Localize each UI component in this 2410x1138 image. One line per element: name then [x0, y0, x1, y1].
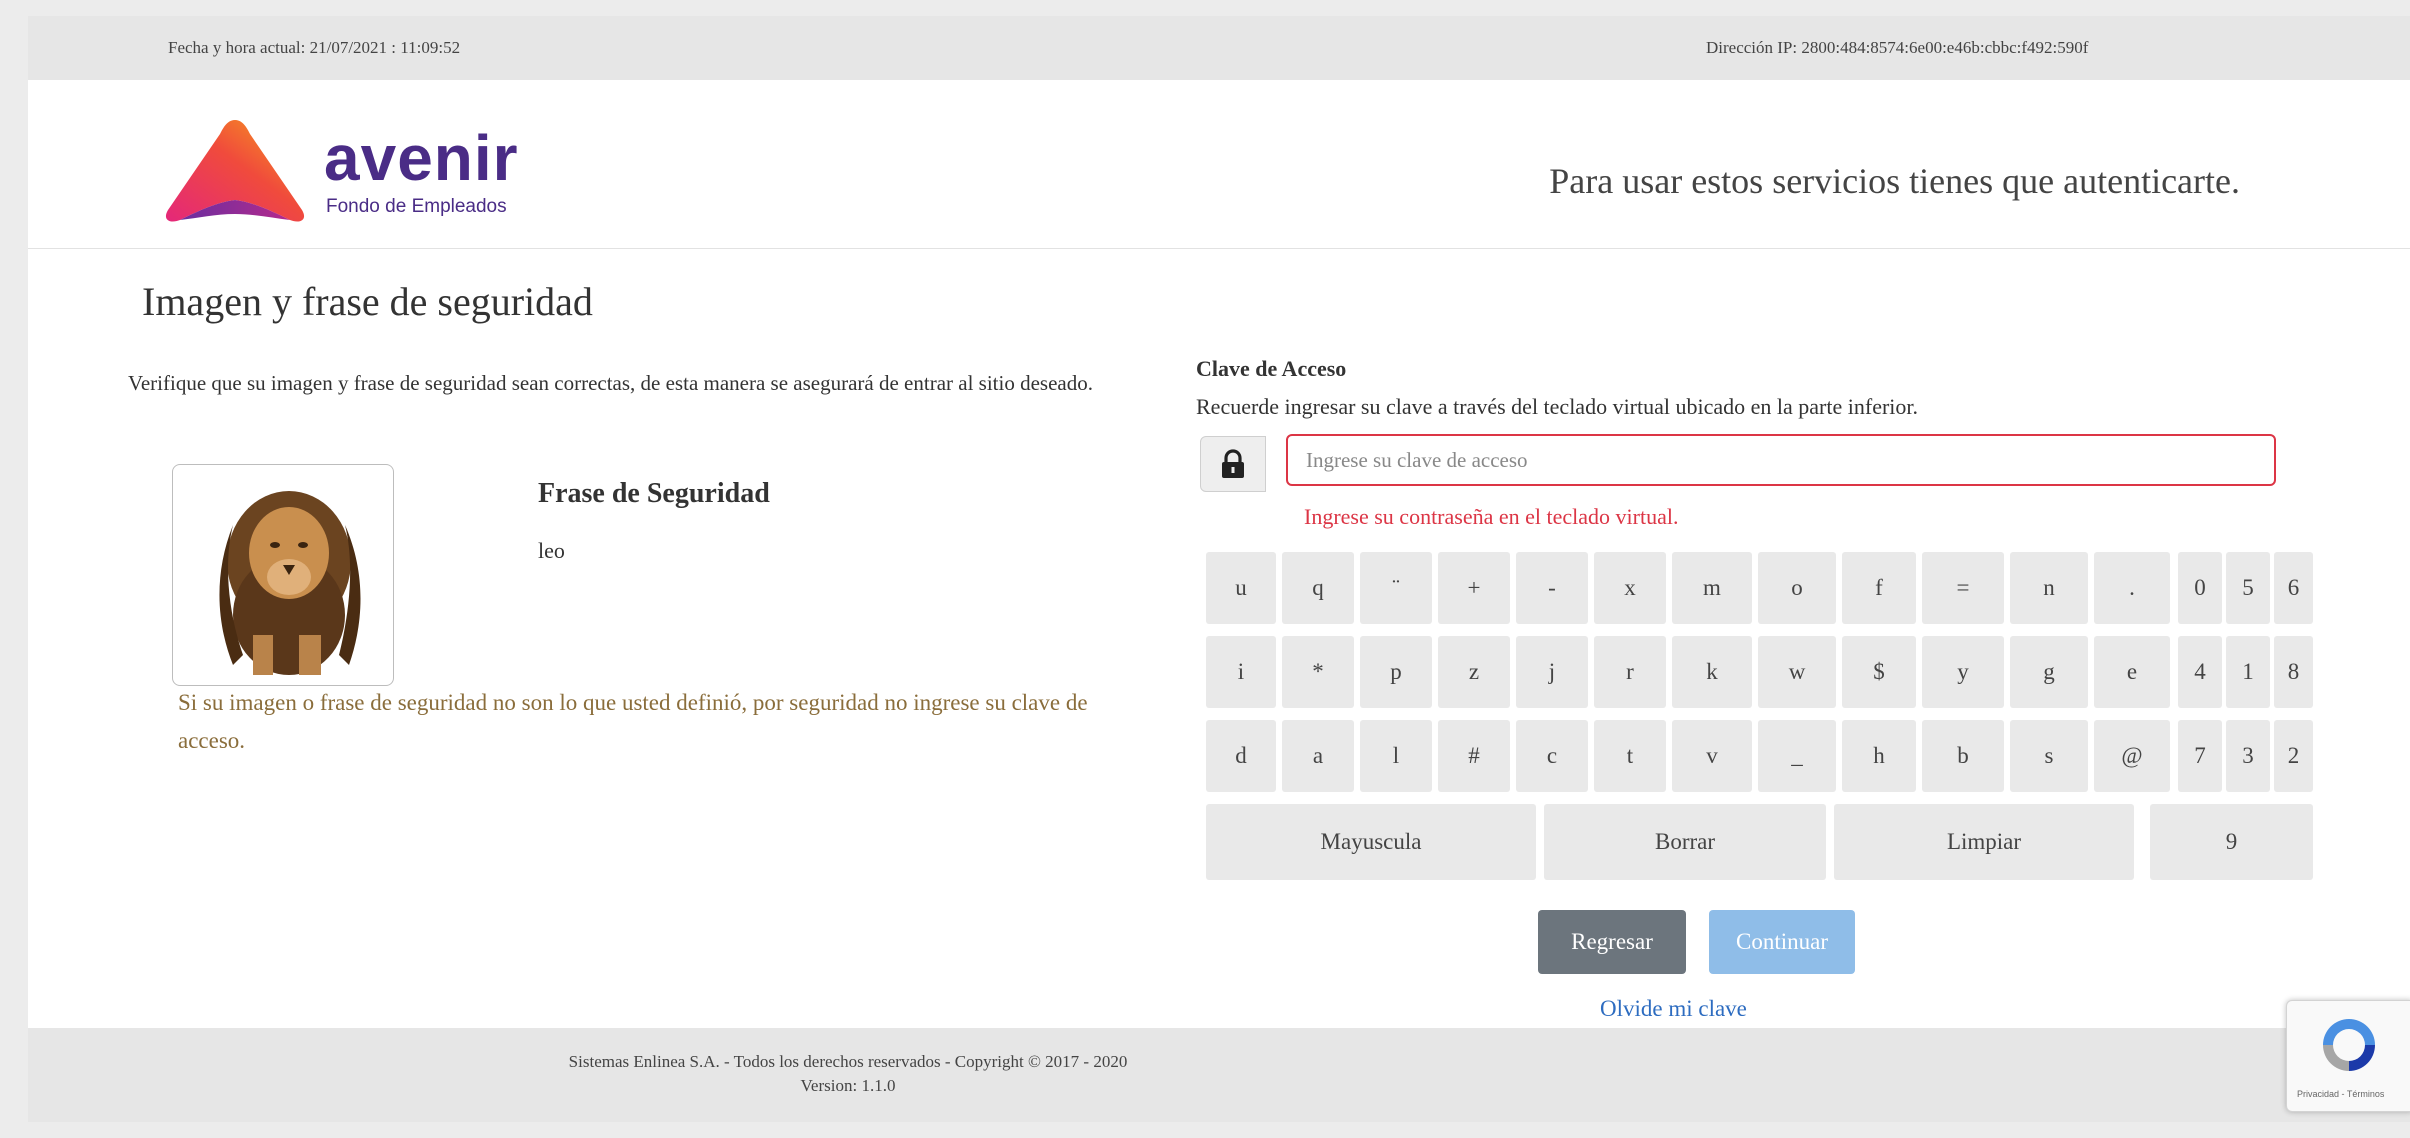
security-phrase-title: Frase de Seguridad	[538, 478, 770, 509]
keyboard-key[interactable]: r	[1594, 636, 1666, 708]
keyboard-num-key[interactable]: 9	[2150, 804, 2313, 880]
keyboard-key[interactable]: z	[1438, 636, 1510, 708]
keyboard-num-key[interactable]: 8	[2274, 636, 2313, 708]
keyboard-key[interactable]: w	[1758, 636, 1836, 708]
limpiar-key[interactable]: Limpiar	[1834, 804, 2134, 880]
keyboard-key[interactable]: x	[1594, 552, 1666, 624]
access-key-title: Clave de Acceso	[1196, 356, 1347, 381]
section-title: Imagen y frase de seguridad	[142, 279, 593, 324]
keyboard-key[interactable]: +	[1438, 552, 1510, 624]
keyboard-key[interactable]: e	[2094, 636, 2170, 708]
keyboard-key[interactable]: s	[2010, 720, 2088, 792]
password-error-message: Ingrese su contraseña en el teclado virt…	[1304, 504, 1679, 529]
keyboard-key[interactable]: u	[1206, 552, 1276, 624]
keyboard-key[interactable]: n	[2010, 552, 2088, 624]
top-info-bar: Fecha y hora actual: 21/07/2021 : 11:09:…	[28, 16, 2410, 80]
keyboard-key[interactable]: a	[1282, 720, 1354, 792]
keyboard-num-key[interactable]: 5	[2226, 552, 2270, 624]
keyboard-num-key[interactable]: 6	[2274, 552, 2313, 624]
keyboard-key[interactable]: b	[1922, 720, 2004, 792]
logo-subtitle: Fondo de Empleados	[326, 196, 507, 217]
keyboard-num-key[interactable]: 3	[2226, 720, 2270, 792]
keyboard-key[interactable]: i	[1206, 636, 1276, 708]
header: avenir Fondo de Empleados Para usar esto…	[28, 80, 2410, 249]
keyboard-key[interactable]: f	[1842, 552, 1916, 624]
keyboard-key[interactable]: d	[1206, 720, 1276, 792]
keyboard-key[interactable]: y	[1922, 636, 2004, 708]
page: Fecha y hora actual: 21/07/2021 : 11:09:…	[28, 16, 2410, 1122]
keyboard-key[interactable]: p	[1360, 636, 1432, 708]
keyboard-num-key[interactable]: 7	[2178, 720, 2222, 792]
auth-required-message: Para usar estos servicios tienes que aut…	[1549, 161, 2240, 201]
borrar-key[interactable]: Borrar	[1544, 804, 1826, 880]
keyboard-key[interactable]: l	[1360, 720, 1432, 792]
security-warning: Si su imagen o frase de seguridad no son…	[178, 690, 1088, 753]
padlock-icon	[1222, 449, 1244, 478]
avenir-logo: avenir Fondo de Empleados	[160, 118, 530, 228]
keyboard-key[interactable]: -	[1516, 552, 1588, 624]
mayuscula-key[interactable]: Mayuscula	[1206, 804, 1536, 880]
verify-instructions: Verifique que su imagen y frase de segur…	[128, 371, 1093, 395]
keyboard-num-key[interactable]: 1	[2226, 636, 2270, 708]
keyboard-key[interactable]: *	[1282, 636, 1354, 708]
keyboard-key[interactable]: q	[1282, 552, 1354, 624]
security-image	[172, 464, 394, 686]
keyboard-key[interactable]: $	[1842, 636, 1916, 708]
keyboard-key[interactable]: j	[1516, 636, 1588, 708]
recaptcha-badge[interactable]: Privacidad - Términos	[2286, 1000, 2410, 1112]
keyboard-key[interactable]: v	[1672, 720, 1752, 792]
keyboard-num-key[interactable]: 0	[2178, 552, 2222, 624]
lock-icon	[1200, 436, 1266, 492]
keyboard-key[interactable]: k	[1672, 636, 1752, 708]
keyboard-key[interactable]: _	[1758, 720, 1836, 792]
continue-button[interactable]: Continuar	[1709, 910, 1855, 974]
recaptcha-icon	[2323, 1019, 2375, 1071]
virtual-keyboard: u q ¨ + - x m o f = n . i * p z j r k w …	[1178, 538, 2313, 886]
footer: Sistemas Enlinea S.A. - Todos los derech…	[28, 1028, 2410, 1122]
keyboard-key[interactable]: h	[1842, 720, 1916, 792]
current-datetime: Fecha y hora actual: 21/07/2021 : 11:09:…	[168, 38, 461, 57]
keyboard-num-key[interactable]: 2	[2274, 720, 2313, 792]
ip-address: Dirección IP: 2800:484:8574:6e00:e46b:cb…	[1706, 38, 2089, 57]
keyboard-num-key[interactable]: 4	[2178, 636, 2222, 708]
back-button[interactable]: Regresar	[1538, 910, 1686, 974]
keyboard-key[interactable]: g	[2010, 636, 2088, 708]
keyboard-key[interactable]: c	[1516, 720, 1588, 792]
forgot-password-link[interactable]: Olvide mi clave	[1600, 996, 1747, 1022]
access-key-hint: Recuerde ingresar su clave a través del …	[1196, 394, 1919, 419]
lion-image-icon	[219, 491, 361, 675]
keyboard-key[interactable]: t	[1594, 720, 1666, 792]
keyboard-key[interactable]: .	[2094, 552, 2170, 624]
keyboard-key[interactable]: @	[2094, 720, 2170, 792]
keyboard-key[interactable]: #	[1438, 720, 1510, 792]
password-input[interactable]	[1286, 434, 2276, 486]
keyboard-key[interactable]: =	[1922, 552, 2004, 624]
security-phrase-value: leo	[538, 538, 565, 563]
avenir-logo-mark-icon	[165, 120, 305, 222]
footer-version: Version: 1.1.0	[800, 1076, 896, 1095]
footer-copyright: Sistemas Enlinea S.A. - Todos los derech…	[568, 1052, 1128, 1071]
keyboard-key[interactable]: ¨	[1360, 552, 1432, 624]
keyboard-key[interactable]: o	[1758, 552, 1836, 624]
logo-wordmark: avenir	[324, 122, 519, 194]
recaptcha-terms[interactable]: Privacidad - Términos	[2297, 1089, 2384, 1099]
keyboard-key[interactable]: m	[1672, 552, 1752, 624]
